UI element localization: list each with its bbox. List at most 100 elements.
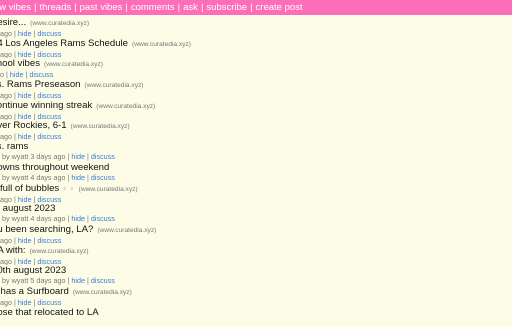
story-list: desire...(www.curatedia.xyz)rs ago|hide|… — [0, 17, 512, 327]
story-title-line: A has a Surfboard(www.curatedia.xyz) — [0, 286, 512, 298]
story-title-line: vs. Rams Preseason (www.curatedia.xyz) — [0, 79, 512, 91]
story-age: ed by wyatt 5 days ago — [0, 276, 66, 286]
nav-link-subscribe[interactable]: subscribe — [206, 2, 247, 13]
story-title-link[interactable]: th august 2023 — [0, 203, 55, 214]
nav-separator: | — [125, 2, 128, 13]
story-title-link[interactable]: vs. Rams Preseason — [0, 79, 81, 90]
story-title-link[interactable]: 10th august 2023 — [0, 265, 66, 276]
nav-link-past-vibes[interactable]: past vibes — [80, 2, 123, 13]
story-title-line: downs throughout weekend — [0, 162, 512, 173]
hide-link[interactable]: hide — [18, 29, 32, 38]
discuss-link[interactable]: discuss — [37, 91, 61, 100]
story-age: rs ago — [0, 91, 12, 100]
story-domain: (www.curatedia.xyz) — [96, 102, 156, 110]
story-title-link[interactable]: hose that relocated to LA — [0, 307, 99, 318]
story-title-link[interactable]: downs throughout weekend — [0, 162, 109, 173]
story-meta: rs ago|hide|discuss — [0, 132, 512, 141]
story-title-link[interactable]: LA with: — [0, 245, 26, 256]
story-title-link[interactable]: desire... — [0, 17, 26, 28]
story-meta: rs ago|hide|discuss — [0, 195, 512, 204]
story-title-link[interactable]: A has a Surfboard — [0, 286, 69, 297]
discuss-link[interactable]: discuss — [37, 195, 61, 204]
story-meta: ago|hide|discuss — [0, 70, 512, 79]
nav-link-ew-vibes[interactable]: ew vibes — [0, 2, 31, 13]
hide-link[interactable]: hide — [10, 70, 24, 79]
story-item: 10th august 2023ed by wyatt 5 days ago|h… — [0, 265, 512, 286]
hide-link[interactable]: hide — [71, 214, 85, 223]
discuss-link[interactable]: discuss — [91, 173, 115, 182]
story-age: rs ago — [0, 297, 12, 307]
nav-link-create-post[interactable]: create post — [256, 2, 303, 13]
discuss-link[interactable]: discuss — [37, 236, 61, 245]
discuss-link[interactable]: discuss — [37, 298, 61, 307]
discuss-link[interactable]: discuss — [37, 50, 61, 59]
discuss-link[interactable]: discuss — [37, 132, 61, 141]
nav-separator: | — [177, 2, 181, 13]
story-title-link[interactable]: d full of bubbles — [0, 183, 59, 194]
story-domain: (www.curatedia.xyz) — [84, 82, 144, 90]
hide-link[interactable]: hide — [18, 132, 32, 141]
discuss-link[interactable]: discuss — [37, 112, 61, 121]
story-item: hose that relocated to LA — [0, 307, 512, 327]
story-meta: ed by wyatt 3 days ago|hide|discuss — [0, 152, 512, 161]
story-title-link[interactable]: ou been searching, LA? — [0, 224, 93, 235]
hide-link[interactable]: hide — [71, 276, 85, 285]
reaction-icon: ♀ ♀ — [62, 185, 75, 193]
discuss-link[interactable]: discuss — [91, 276, 115, 285]
nav-link-ask[interactable]: ask — [183, 2, 198, 13]
story-title-line: LA with:(www.curatedia.xyz) — [0, 245, 512, 257]
discuss-link[interactable]: discuss — [37, 257, 61, 266]
discuss-link[interactable]: discuss — [91, 152, 115, 161]
hide-link[interactable]: hide — [18, 195, 32, 204]
story-age: rs ago — [0, 49, 12, 59]
story-title-line: 24 Los Angeles Rams Schedule (www.curated… — [0, 38, 512, 50]
story-meta: rs ago|hide|discuss — [0, 29, 512, 38]
hide-link[interactable]: hide — [18, 112, 32, 121]
story-age: rs ago — [0, 235, 12, 245]
story-domain: (www.curatedia.xyz) — [78, 185, 138, 193]
hide-link[interactable]: hide — [18, 50, 32, 59]
hide-link[interactable]: hide — [18, 298, 32, 307]
hide-link[interactable]: hide — [71, 152, 85, 161]
top-nav-bar: ew vibes|threads|past vibes|comments|ask… — [0, 0, 512, 15]
story-title-link[interactable]: chool vibes — [0, 58, 40, 69]
story-item: vs. ramsed by wyatt 3 days ago|hide|disc… — [0, 141, 512, 162]
hide-link[interactable]: hide — [18, 236, 32, 245]
story-item: chool vibes (www.curatedia.xyz)ago|hide|d… — [0, 58, 512, 79]
story-title-link[interactable]: vs. rams — [0, 141, 28, 152]
story-domain: (www.curatedia.xyz) — [30, 20, 90, 27]
story-domain: (www.curatedia.xyz) — [97, 226, 157, 234]
story-item: vs. Rams Preseason(www.curatedia.xyz)rs … — [0, 79, 512, 100]
story-item: A has a Surfboard(www.curatedia.xyz)rs a… — [0, 286, 512, 307]
story-domain: (www.curatedia.xyz) — [132, 40, 191, 48]
story-meta: ed by wyatt 4 days ago|hide|discuss — [0, 173, 512, 182]
discuss-link[interactable]: discuss — [91, 214, 115, 223]
story-title-line: continue winning streak (www.curatedia.xy… — [0, 100, 512, 112]
discuss-link[interactable]: discuss — [29, 70, 53, 79]
story-meta: ed by wyatt 4 days ago|hide|discuss — [0, 214, 512, 223]
hide-link[interactable]: hide — [71, 173, 85, 182]
story-title-line: hose that relocated to LA — [0, 307, 512, 318]
story-title-line: vs. rams — [0, 141, 512, 152]
story-meta: rs ago|hide|discuss — [0, 91, 512, 100]
nav-link-threads[interactable]: threads — [39, 2, 71, 13]
story-title-line: 10th august 2023 — [0, 265, 512, 276]
story-item: th august 2023ed by wyatt 4 days ago|hid… — [0, 203, 512, 224]
hide-link[interactable]: hide — [18, 91, 32, 100]
story-item: ou been searching, LA? (www.curatedia.xyz… — [0, 224, 512, 245]
story-domain: (www.curatedia.xyz) — [72, 288, 132, 296]
discuss-link[interactable]: discuss — [37, 29, 61, 38]
nav-link-comments[interactable]: comments — [131, 2, 175, 13]
story-domain: (www.curatedia.xyz) — [29, 247, 89, 255]
story-meta: rs ago|hide|discuss — [0, 257, 512, 266]
story-title-line: ever Rockies, 6-1(www.curatedia.xyz) — [0, 120, 512, 132]
story-title-line: th august 2023 — [0, 203, 512, 214]
story-title-link[interactable]: 24 Los Angeles Rams Schedule — [0, 38, 128, 49]
story-age: rs ago — [0, 256, 12, 266]
story-age: ed by wyatt 3 days ago — [0, 152, 66, 162]
hide-link[interactable]: hide — [18, 257, 32, 266]
story-title-link[interactable]: continue winning streak — [0, 100, 92, 111]
story-title-link[interactable]: ever Rockies, 6-1 — [0, 120, 67, 131]
story-item: desire... (www.curatedia.xyz) rs ago|hide|… — [0, 17, 512, 38]
nav-links: ew vibes|threads|past vibes|comments|ask… — [0, 0, 303, 15]
